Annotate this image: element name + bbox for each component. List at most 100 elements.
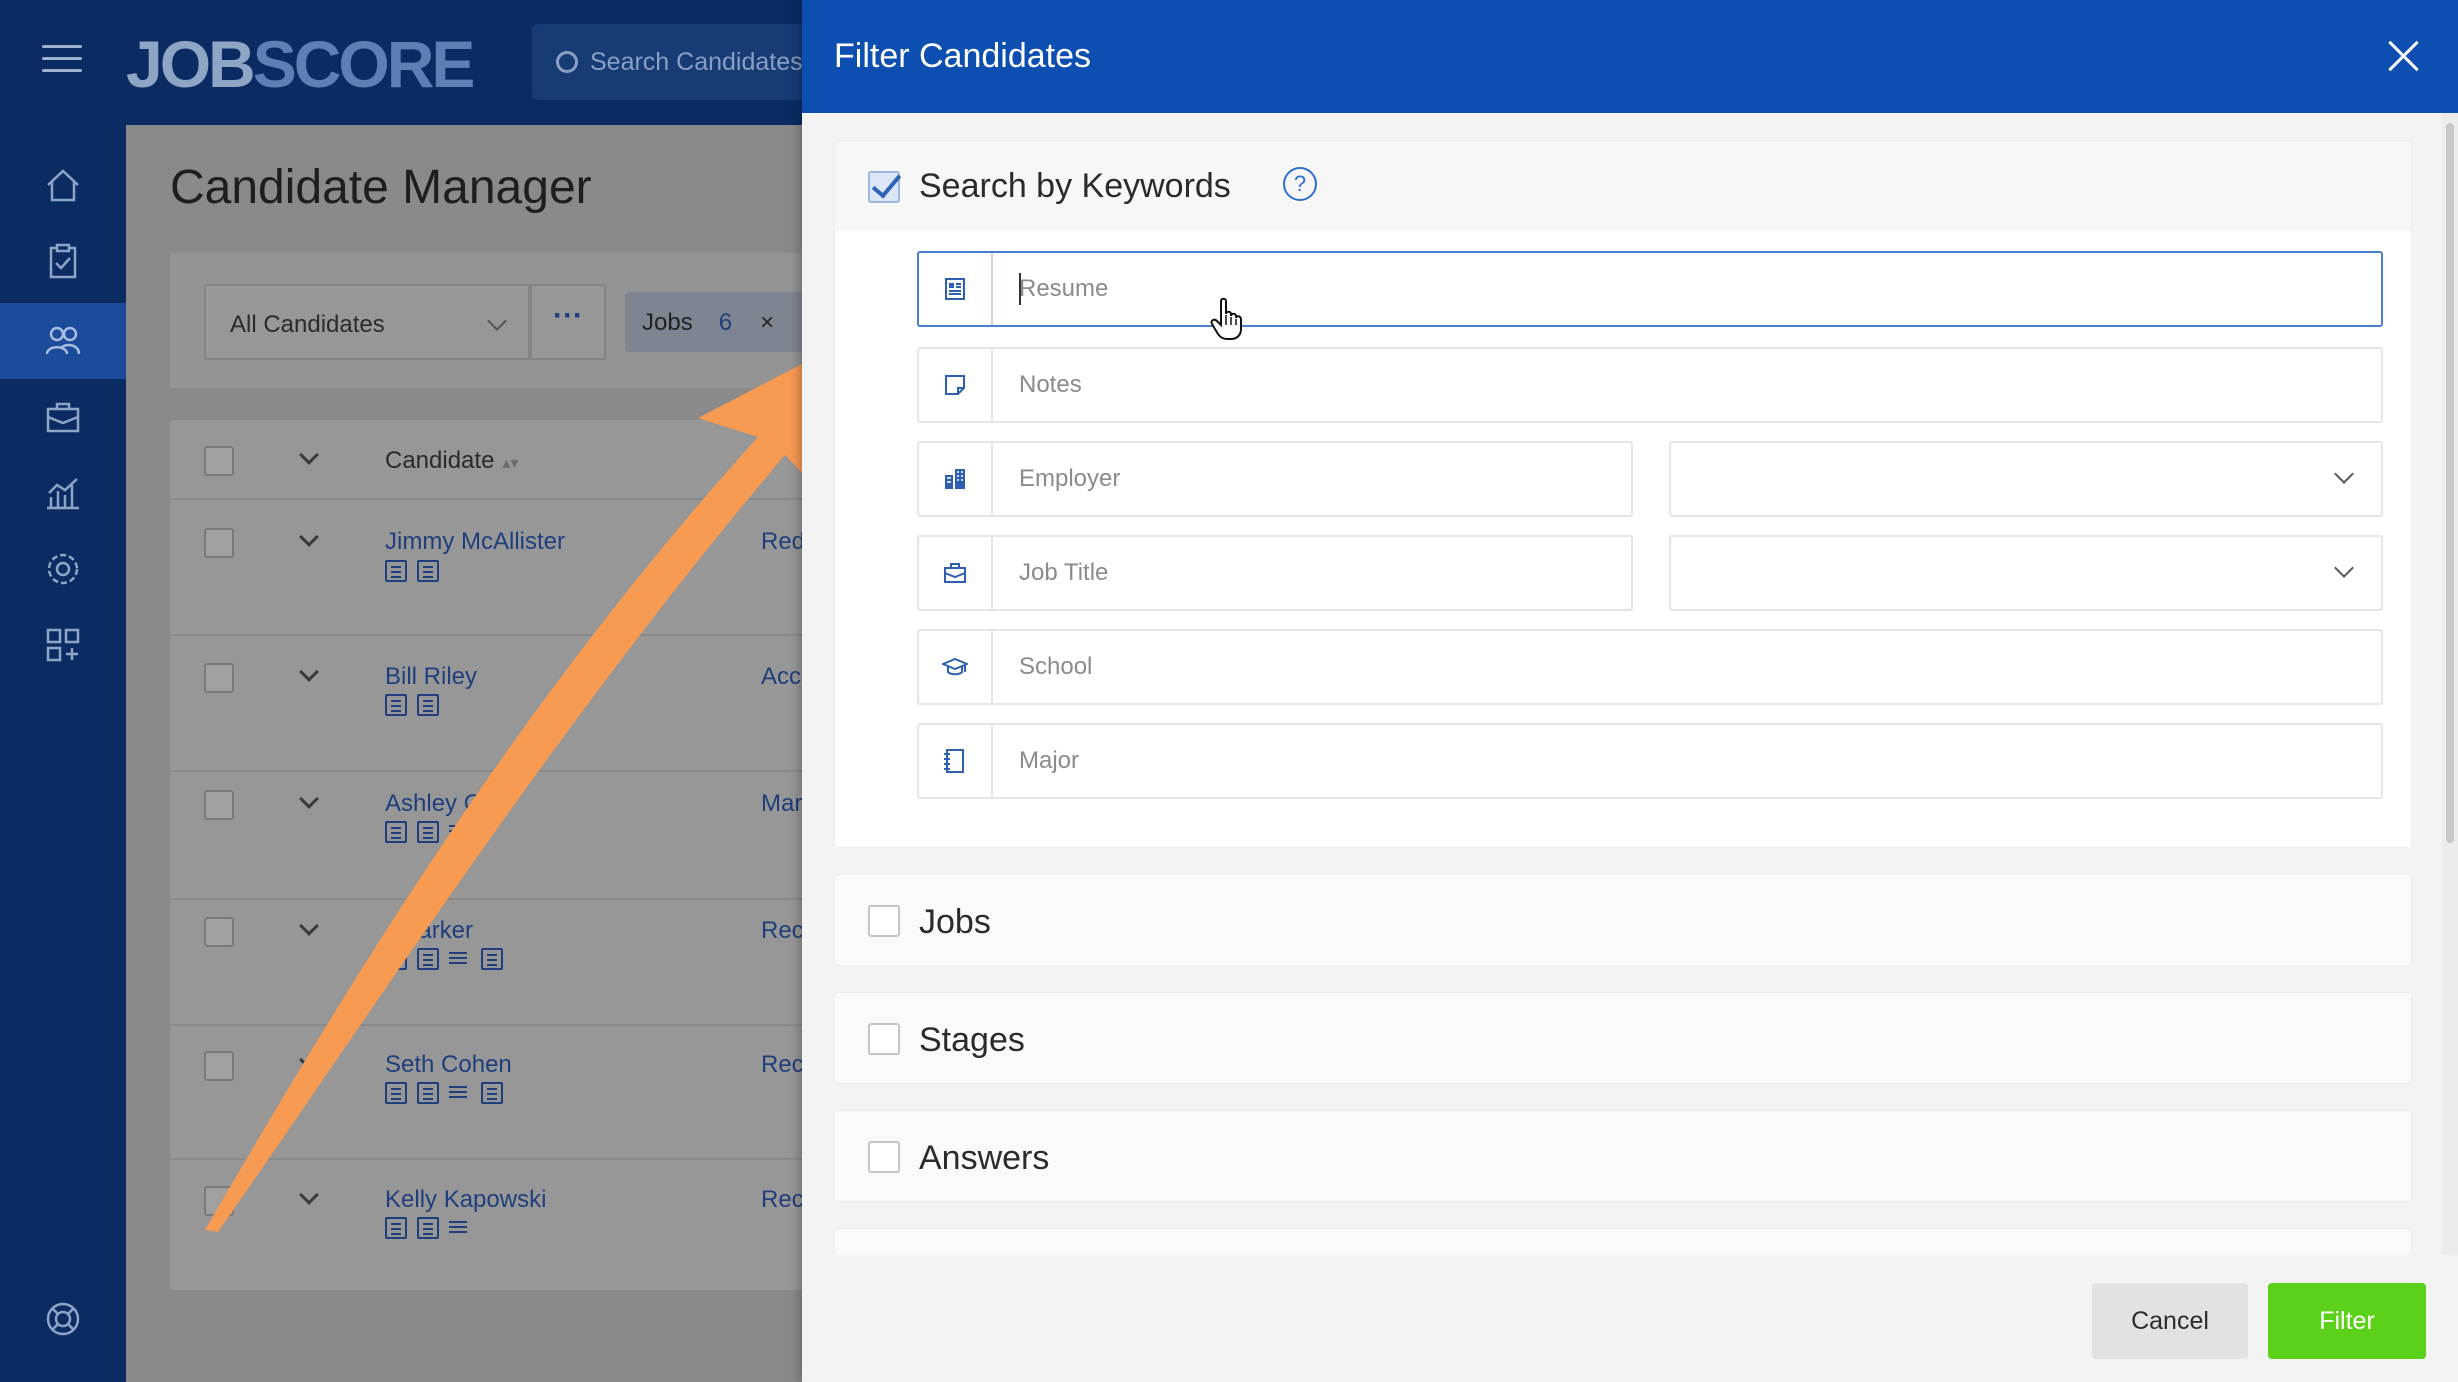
linkedin-icon[interactable]	[417, 1082, 439, 1104]
list-icon[interactable]	[449, 1217, 471, 1239]
candidate-name-link[interactable]: Ashley Orv	[385, 790, 502, 818]
view-select[interactable]: All Candidates	[204, 284, 530, 360]
candidate-name-link[interactable]: Jimmy McAllister	[385, 528, 565, 556]
nav-candidates[interactable]	[0, 303, 126, 379]
nav-apps[interactable]	[0, 607, 126, 683]
linkedin-icon[interactable]	[417, 821, 439, 843]
linkedin-icon[interactable]	[417, 560, 439, 582]
major-input[interactable]	[995, 725, 2379, 797]
answers-section-title: Answers	[919, 1139, 1050, 1177]
note-icon[interactable]	[481, 948, 503, 970]
chip-remove-icon[interactable]: ×	[760, 309, 774, 336]
column-candidate-label: Candidate	[385, 447, 495, 474]
linkedin-icon[interactable]	[417, 948, 439, 970]
note-icon[interactable]	[481, 1082, 503, 1104]
row-checkbox[interactable]	[204, 528, 234, 558]
list-icon[interactable]	[449, 821, 471, 843]
resume-icon[interactable]	[385, 1082, 407, 1104]
nav-tasks[interactable]	[0, 223, 126, 299]
notes-input[interactable]	[995, 349, 2379, 421]
linkedin-icon[interactable]	[417, 694, 439, 716]
nav-home[interactable]	[0, 147, 126, 223]
resume-icon[interactable]	[385, 1217, 407, 1239]
candidate-name-link[interactable]: Bill Riley	[385, 663, 477, 691]
nav-help[interactable]	[0, 1281, 126, 1357]
close-icon[interactable]	[2384, 36, 2424, 76]
resume-icon[interactable]	[385, 821, 407, 843]
candidate-name-link[interactable]: Kelly Kapowski	[385, 1186, 546, 1214]
jobs-filter-chip[interactable]: Jobs 6 ×	[625, 292, 815, 352]
school-field[interactable]	[917, 629, 2383, 705]
resume-input[interactable]	[995, 253, 2379, 325]
row-checkbox[interactable]	[204, 917, 234, 947]
scrollbar-thumb[interactable]	[2446, 123, 2454, 843]
hamburger-menu-icon[interactable]	[42, 45, 82, 73]
jobs-checkbox[interactable]	[868, 905, 900, 937]
jobscore-logo[interactable]: JOBSCORE	[126, 26, 475, 102]
answers-checkbox[interactable]	[868, 1141, 900, 1173]
resume-icon[interactable]	[385, 948, 407, 970]
row-checkbox[interactable]	[204, 663, 234, 693]
cancel-button[interactable]: Cancel	[2092, 1283, 2248, 1359]
keywords-title: Search by Keywords	[919, 167, 1231, 205]
candidate-attachments	[385, 1082, 503, 1106]
stages-section-title: Stages	[919, 1021, 1025, 1059]
answers-section[interactable]: Answers	[834, 1110, 2412, 1202]
more-options-button[interactable]: ···	[530, 284, 606, 360]
briefcase-icon	[919, 537, 993, 609]
table-row[interactable]	[170, 502, 820, 636]
stages-checkbox[interactable]	[868, 1023, 900, 1055]
jobs-section[interactable]: Jobs	[834, 874, 2412, 966]
employer-match-select[interactable]	[1669, 441, 2383, 517]
table-row[interactable]	[170, 1160, 820, 1294]
employer-field[interactable]	[917, 441, 1633, 517]
employer-input[interactable]	[995, 443, 1631, 515]
global-search-input[interactable]: Search Candidates	[532, 24, 812, 100]
panel-scrollbar[interactable]	[2442, 113, 2458, 1255]
resume-icon[interactable]	[385, 694, 407, 716]
settings-icon	[47, 553, 79, 585]
keywords-checkbox[interactable]	[868, 171, 900, 203]
candidate-attachments	[385, 821, 471, 845]
row-checkbox[interactable]	[204, 1051, 234, 1081]
panel-header: Filter Candidates	[802, 0, 2458, 113]
table-row[interactable]	[170, 638, 820, 772]
help-icon[interactable]: ?	[1283, 167, 1317, 201]
linkedin-icon[interactable]	[417, 1217, 439, 1239]
candidate-status: Rec	[761, 1051, 803, 1078]
analytics-icon	[47, 478, 79, 510]
major-field[interactable]	[917, 723, 2383, 799]
hand-cursor-icon	[1210, 297, 1242, 340]
graduation-cap-icon	[919, 631, 993, 703]
stages-section[interactable]: Stages	[834, 992, 2412, 1084]
chip-count: 6	[718, 309, 733, 336]
keywords-section: Search by Keywords ?	[834, 140, 2412, 848]
briefcase-icon	[46, 402, 80, 433]
candidate-name-link[interactable]: Ali arker	[385, 917, 473, 945]
job-title-match-select[interactable]	[1669, 535, 2383, 611]
next-section	[834, 1228, 2412, 1255]
resume-field[interactable]	[917, 251, 2383, 340]
column-candidate[interactable]: Candidate ▴▾	[385, 447, 518, 475]
notebook-icon	[919, 725, 993, 797]
notes-field[interactable]	[917, 347, 2383, 423]
help-lifebuoy-icon	[46, 1302, 80, 1336]
row-checkbox[interactable]	[204, 790, 234, 820]
chip-label: Jobs	[642, 309, 693, 336]
list-icon[interactable]	[449, 948, 471, 970]
nav-jobs[interactable]	[0, 379, 126, 455]
panel-title: Filter Candidates	[834, 37, 1092, 75]
resume-icon[interactable]	[385, 560, 407, 582]
job-title-input[interactable]	[995, 537, 1631, 609]
filter-button[interactable]: Filter	[2268, 1283, 2426, 1359]
table-row[interactable]	[170, 766, 820, 900]
list-icon[interactable]	[449, 1082, 471, 1104]
school-input[interactable]	[995, 631, 2379, 703]
job-title-field[interactable]	[917, 535, 1633, 611]
sort-icon: ▴▾	[502, 455, 519, 472]
candidate-name-link[interactable]: Seth Cohen	[385, 1051, 512, 1079]
nav-settings[interactable]	[0, 531, 126, 607]
nav-analytics[interactable]	[0, 455, 126, 531]
row-checkbox[interactable]	[204, 1186, 234, 1216]
select-all-checkbox[interactable]	[204, 446, 234, 476]
